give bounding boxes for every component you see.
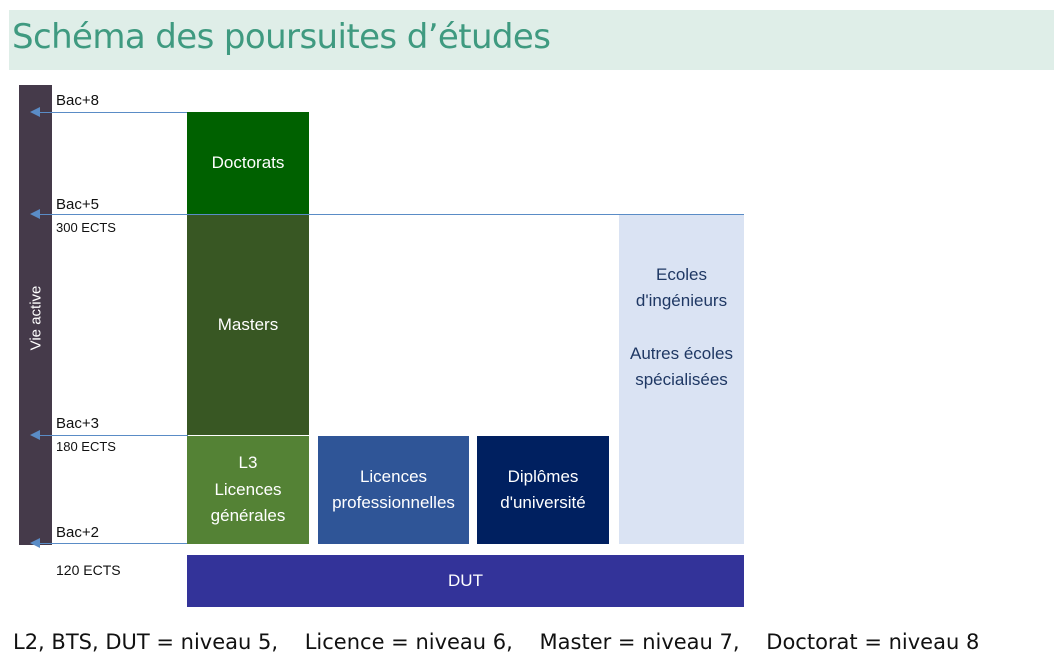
- bac2-label: Bac+2: [56, 524, 99, 541]
- doctorats-label: Doctorats: [211, 152, 285, 172]
- masters-label: Masters: [217, 314, 279, 334]
- page-title: Schéma des poursuites d’études: [12, 17, 551, 57]
- bac8-label: Bac+8: [56, 92, 99, 109]
- diplomes-universite-box: Diplômes d'université: [477, 436, 609, 544]
- ecoles-box: Ecoles d'ingénieurs Autres écoles spécia…: [619, 215, 744, 544]
- bac3-arrow-icon: [30, 430, 40, 440]
- l3-label: L3 Licences générales: [210, 453, 286, 526]
- l3-licences-generales-box: L3 Licences générales: [187, 436, 309, 544]
- dut-label: DUT: [448, 570, 483, 590]
- bac3-ects: 180 ECTS: [56, 439, 116, 454]
- masters-box: Masters: [187, 215, 309, 435]
- bac3-line: [36, 435, 188, 436]
- bac8-arrow-icon: [30, 107, 40, 117]
- diplomes-univ-label: Diplômes d'université: [500, 466, 586, 512]
- bac8-line: [36, 112, 188, 113]
- bac2-ects: 120 ECTS: [56, 562, 121, 578]
- licences-pro-label: Licences professionnelles: [332, 466, 455, 512]
- niveaux-footer: L2, BTS, DUT = niveau 5, Licence = nivea…: [13, 630, 980, 654]
- dut-box: DUT: [187, 555, 744, 607]
- bac5-arrow-icon: [30, 209, 40, 219]
- bac2-arrow-icon: [30, 538, 40, 548]
- bac2-line: [36, 543, 188, 544]
- vie-active-label: Vie active: [27, 285, 45, 351]
- licences-professionnelles-box: Licences professionnelles: [318, 436, 469, 544]
- bac5-ects: 300 ECTS: [56, 220, 116, 235]
- ecoles-label: Ecoles d'ingénieurs Autres écoles spécia…: [630, 265, 733, 390]
- bac5-label: Bac+5: [56, 196, 99, 213]
- doctorats-box: Doctorats: [187, 112, 309, 214]
- bac3-label: Bac+3: [56, 415, 99, 432]
